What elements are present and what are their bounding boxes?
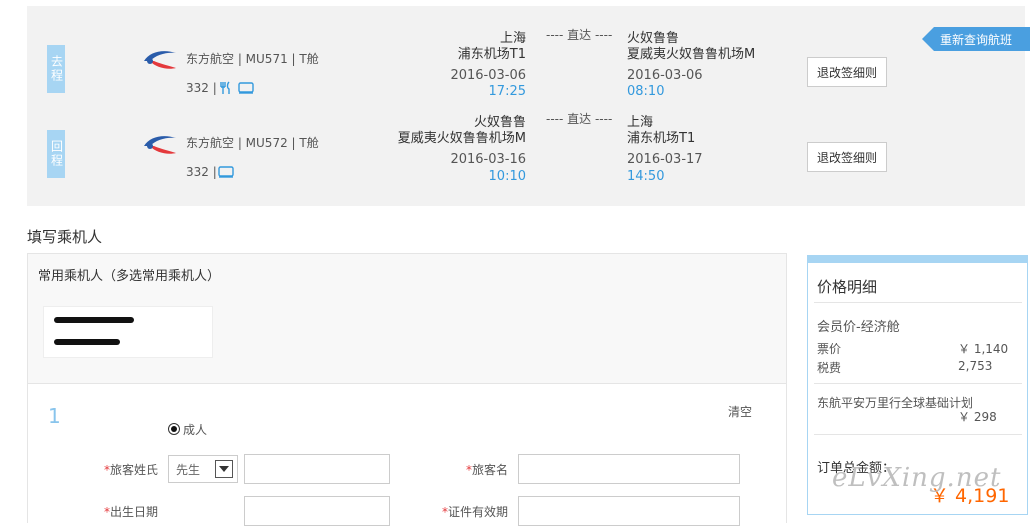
entertainment-icon [218, 166, 234, 178]
china-eastern-logo [144, 136, 176, 154]
birth-date-input[interactable] [244, 496, 390, 526]
expiry-label-text: 证件有效期 [448, 505, 509, 519]
outbound-dep-date: 2016-03-06 [450, 68, 526, 83]
title-select[interactable]: 先生 [168, 455, 238, 483]
return-arr-date: 2016-03-17 [627, 152, 703, 167]
outbound-dep-airport: 浦东机场T1 [457, 47, 526, 62]
requery-flights-button[interactable]: 重新查询航班 [922, 27, 1030, 51]
china-eastern-logo [144, 51, 176, 69]
return-arr-time: 14:50 [627, 169, 665, 184]
return-direct: ---- 直达 ---- [546, 112, 613, 126]
frequent-passenger-card[interactable] [43, 306, 213, 358]
surname-input[interactable] [244, 454, 390, 484]
outbound-tag: 去程 [47, 45, 65, 93]
divider [814, 383, 1022, 384]
expiry-label: *证件有效期 [442, 503, 508, 520]
surname-label-text: 旅客姓氏 [110, 463, 159, 477]
outbound-arr-airport: 夏威夷火奴鲁鲁机场M [627, 47, 756, 62]
outbound-aircraft: 332 | [186, 81, 217, 95]
return-dep-date: 2016-03-16 [450, 152, 526, 167]
outbound-arr-time: 08:10 [627, 84, 665, 99]
return-rules-button[interactable]: 退改签细则 [807, 142, 887, 172]
given-name-label: *旅客名 [466, 461, 508, 478]
frequent-passengers-title: 常用乘机人（多选常用乘机人） [38, 269, 221, 284]
entertainment-icon [238, 82, 254, 94]
insurance-label: 东航平安万里行全球基础计划 [817, 396, 974, 410]
flight-summary-panel [27, 6, 1025, 206]
cabin-label: 会员价-经济舱 [817, 320, 900, 335]
fare-value: ￥ 1,140 [958, 342, 1009, 356]
redacted-id [54, 339, 120, 345]
clear-button[interactable]: 清空 [728, 403, 752, 420]
title-select-value: 先生 [176, 462, 201, 477]
return-arr-airport: 浦东机场T1 [627, 131, 696, 146]
divider [814, 434, 1022, 435]
outbound-airline: 东方航空 | MU571 | T舱 [186, 52, 319, 66]
meal-icon [220, 81, 230, 94]
outbound-direct: ---- 直达 ---- [546, 28, 613, 42]
passenger-index: 1 [48, 404, 61, 428]
expiry-input[interactable] [518, 496, 740, 526]
radio-dot-icon [171, 426, 177, 432]
price-title: 价格明细 [817, 278, 878, 296]
birth-date-label-text: 出生日期 [110, 505, 159, 519]
tax-label: 税费 [817, 361, 842, 375]
insurance-value: ￥ 298 [958, 410, 997, 424]
surname-label: *旅客姓氏 [104, 461, 158, 478]
chevron-down-icon [215, 460, 233, 478]
redacted-name [54, 317, 134, 323]
tax-value: 2,753 [958, 359, 993, 373]
outbound-rules-button[interactable]: 退改签细则 [807, 57, 887, 87]
section-title: 填写乘机人 [27, 228, 103, 246]
adult-radio-label: 成人 [183, 423, 208, 437]
return-tag: 回程 [47, 130, 65, 178]
outbound-dep-time: 17:25 [488, 84, 526, 99]
given-name-label-text: 旅客名 [472, 463, 509, 477]
return-dep-time: 10:10 [488, 169, 526, 184]
outbound-arr-date: 2016-03-06 [627, 68, 703, 83]
fare-label: 票价 [817, 342, 842, 356]
birth-date-label: *出生日期 [104, 503, 158, 520]
return-dep-airport: 夏威夷火奴鲁鲁机场M [397, 131, 526, 146]
given-name-input[interactable] [518, 454, 740, 484]
divider [814, 302, 1022, 303]
watermark: eLvXing.net [832, 463, 1002, 493]
adult-radio[interactable] [168, 423, 180, 435]
return-aircraft: 332 | [186, 165, 217, 179]
return-airline: 东方航空 | MU572 | T舱 [186, 136, 319, 150]
